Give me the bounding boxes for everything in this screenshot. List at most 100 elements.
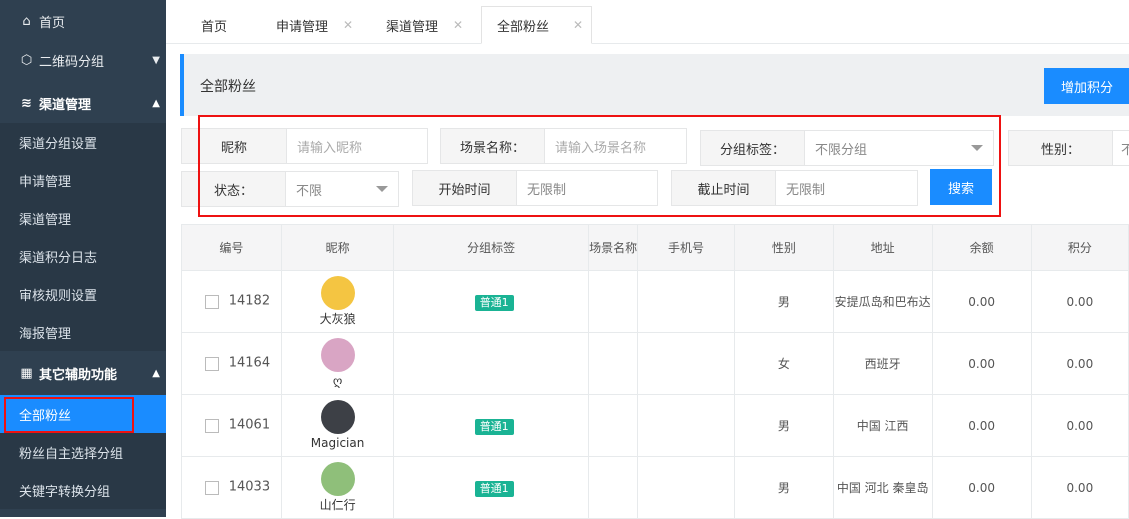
close-icon[interactable]: ✕: [453, 18, 463, 32]
column-header-nickname[interactable]: 昵称: [280, 224, 395, 271]
avatar: [320, 275, 355, 310]
sidebar-item-channel-mgmt[interactable]: ≋ 渠道管理 ▲: [0, 82, 166, 125]
column-header-tag[interactable]: 分组标签: [393, 224, 590, 271]
add-points-button[interactable]: 增加积分: [1044, 68, 1129, 104]
row-nickname: 山仁行: [319, 497, 356, 512]
sidebar-item-qrcode-group[interactable]: ⬡ 二维码分组 ▼: [0, 39, 166, 82]
sidebar-item-label: 渠道管理: [39, 98, 92, 113]
row-scene: [588, 456, 639, 519]
table-row[interactable]: 14182 大灰狼 普通1 男 安提瓜岛和巴布达 0.00 0.00: [181, 270, 1129, 333]
column-header-points[interactable]: 积分: [1030, 224, 1129, 271]
row-scene: [588, 270, 639, 333]
row-balance: 0.00: [931, 456, 1032, 519]
fans-table: 编号 昵称 分组标签 场景名称 手机号 性别 地址 余额 积分 14182 大灰…: [181, 224, 1129, 519]
row-gender: 男: [733, 456, 834, 519]
sidebar-item-label: 其它辅助功能: [39, 368, 118, 383]
row-points: 0.00: [1030, 270, 1129, 333]
table-row[interactable]: 14164 ღ 女 西班牙 0.00 0.00: [181, 332, 1129, 395]
main-area: 首页 申请管理 ✕ 渠道管理 ✕ 全部粉丝 ✕ 全部粉丝 增加积分 昵称 请输入…: [166, 0, 1129, 519]
row-id: 14033: [228, 479, 271, 495]
row-points: 0.00: [1030, 456, 1129, 519]
column-header-id[interactable]: 编号: [181, 224, 282, 271]
tab-bar: 首页 申请管理 ✕ 渠道管理 ✕ 全部粉丝 ✕: [166, 0, 1129, 44]
sidebar: ⌂ 首页 ⬡ 二维码分组 ▼ ≋ 渠道管理 ▲ 渠道分组设置 申请管理 渠道管理…: [0, 0, 166, 517]
sidebar-subitem-poster-mgmt[interactable]: 海报管理: [0, 313, 166, 351]
grid-icon: ▦: [20, 366, 33, 381]
row-checkbox[interactable]: [204, 418, 219, 433]
column-header-phone[interactable]: 手机号: [637, 224, 735, 271]
row-points: 0.00: [1030, 394, 1129, 457]
row-points: 0.00: [1030, 332, 1129, 395]
row-gender: 女: [733, 332, 834, 395]
title-bar: 全部粉丝 增加积分: [180, 54, 1129, 116]
sidebar-item-label: 二维码分组: [39, 55, 105, 70]
tab-home[interactable]: 首页: [186, 6, 256, 44]
row-id: 14182: [228, 293, 271, 309]
highlight-box: [4, 397, 134, 433]
caret-up-icon: ▲: [152, 98, 160, 109]
row-address: 中国 江西: [832, 394, 933, 457]
row-gender: 男: [733, 270, 834, 333]
sidebar-subitem-label: 申请管理: [19, 174, 72, 190]
row-address: 中国 河北 秦皇岛: [832, 456, 933, 519]
row-balance: 0.00: [931, 394, 1032, 457]
table-row[interactable]: 14061 Magician 普通1 男 中国 江西 0.00 0.00: [181, 394, 1129, 457]
caret-down-icon: ▼: [152, 55, 160, 66]
column-header-scene[interactable]: 场景名称: [588, 224, 639, 271]
sidebar-item-home[interactable]: ⌂ 首页: [0, 0, 166, 43]
row-checkbox[interactable]: [204, 356, 219, 371]
tag-badge: 普通1: [474, 480, 514, 497]
tab-label: 渠道管理: [386, 19, 439, 35]
sidebar-item-label: 首页: [39, 16, 66, 31]
sidebar-subitem-label: 关键字转换分组: [19, 484, 111, 500]
sidebar-subitem-channel-mgmt[interactable]: 渠道管理: [0, 199, 166, 237]
row-scene: [588, 332, 639, 395]
row-scene: [588, 394, 639, 457]
row-phone: [637, 332, 735, 395]
column-header-balance[interactable]: 余额: [931, 224, 1032, 271]
row-nickname: Magician: [310, 435, 365, 450]
cube-icon: ⬡: [20, 53, 33, 68]
column-header-address[interactable]: 地址: [832, 224, 933, 271]
row-phone: [637, 270, 735, 333]
table-header-row: 编号 昵称 分组标签 场景名称 手机号 性别 地址 余额 积分: [181, 224, 1129, 271]
tab-label: 全部粉丝: [497, 19, 550, 35]
home-icon: ⌂: [22, 14, 31, 29]
layers-icon: ≋: [21, 96, 32, 111]
sidebar-subitem-label: 审核规则设置: [19, 288, 98, 304]
close-icon[interactable]: ✕: [573, 18, 583, 32]
gender-select[interactable]: 不: [1113, 131, 1129, 165]
tag-badge: 普通1: [474, 418, 514, 435]
table-row[interactable]: 14033 山仁行 普通1 男 中国 河北 秦皇岛 0.00 0.00: [181, 456, 1129, 519]
avatar: [320, 399, 355, 434]
tab-channel-mgmt[interactable]: 渠道管理 ✕: [371, 6, 471, 44]
tab-label: 首页: [201, 19, 228, 35]
close-icon[interactable]: ✕: [343, 18, 353, 32]
tag-badge: 普通1: [474, 294, 514, 311]
content-area: 全部粉丝 增加积分 昵称 请输入昵称 场景名称： 请输入场景名称 分组标签： 不…: [166, 44, 1129, 519]
tab-application-mgmt[interactable]: 申请管理 ✕: [261, 6, 361, 44]
row-checkbox[interactable]: [204, 480, 219, 495]
sidebar-subitem-review-rules[interactable]: 审核规则设置: [0, 275, 166, 313]
row-id: 14164: [228, 355, 271, 371]
avatar: [320, 461, 355, 496]
sidebar-item-other-tools[interactable]: ▦ 其它辅助功能 ▲: [0, 352, 166, 395]
row-address: 安提瓜岛和巴布达: [832, 270, 933, 333]
row-nickname: 大灰狼: [319, 311, 356, 326]
row-phone: [637, 394, 735, 457]
row-checkbox[interactable]: [204, 294, 219, 309]
sidebar-subitem-keyword-group[interactable]: 关键字转换分组: [0, 471, 166, 509]
row-balance: 0.00: [931, 332, 1032, 395]
sidebar-subitem-fans-self-group[interactable]: 粉丝自主选择分组: [0, 433, 166, 471]
sidebar-subitem-channel-group-settings[interactable]: 渠道分组设置: [0, 123, 166, 161]
tab-label: 申请管理: [276, 19, 329, 35]
row-address: 西班牙: [832, 332, 933, 395]
sidebar-subitem-label: 渠道管理: [19, 212, 72, 228]
row-id: 14061: [228, 417, 271, 433]
sidebar-subitem-label: 粉丝自主选择分组: [19, 446, 124, 462]
sidebar-subitem-label: 渠道积分日志: [19, 250, 98, 266]
column-header-gender[interactable]: 性别: [733, 224, 834, 271]
tab-all-fans[interactable]: 全部粉丝 ✕: [481, 6, 592, 44]
sidebar-subitem-application-mgmt[interactable]: 申请管理: [0, 161, 166, 199]
sidebar-subitem-channel-points-log[interactable]: 渠道积分日志: [0, 237, 166, 275]
